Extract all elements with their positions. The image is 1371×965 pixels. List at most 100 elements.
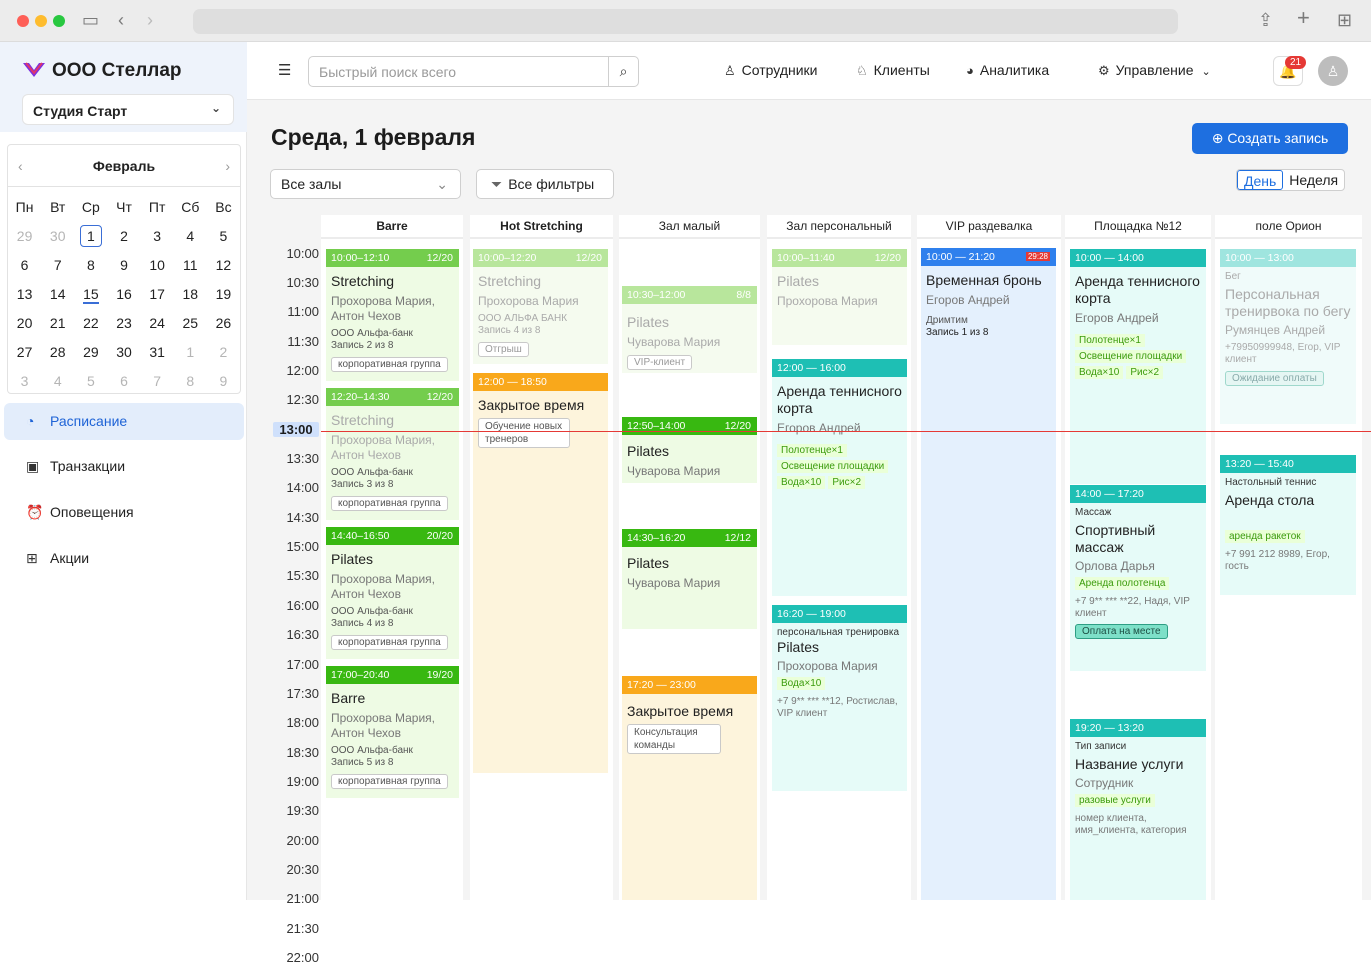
calendar-day-marked[interactable]: 15 — [74, 280, 107, 309]
nav-employees[interactable]: ♙ Сотрудники — [724, 62, 818, 79]
calendar-day[interactable]: 6 — [8, 251, 41, 280]
view-day-tab[interactable]: День — [1237, 170, 1284, 190]
avatar[interactable]: ♙ — [1318, 56, 1348, 86]
sidebar-item-schedule[interactable]: ◔ Расписание — [4, 403, 244, 440]
calendar-day[interactable]: 21 — [41, 309, 74, 338]
prev-month-icon[interactable]: ‹ — [18, 145, 23, 187]
nav-clients[interactable]: ♘ Клиенты — [856, 62, 930, 79]
calendar-day[interactable]: 8 — [174, 367, 207, 396]
halls-select[interactable]: Все залы ⌄ — [270, 169, 461, 199]
calendar-day[interactable]: 30 — [107, 338, 140, 367]
calendar-day[interactable]: 23 — [107, 309, 140, 338]
event-client: +7 9** *** **22, Надя, VIP клиент — [1075, 596, 1190, 619]
event-type: Настольный теннис — [1225, 477, 1317, 488]
back-icon[interactable]: ‹ — [118, 10, 124, 30]
forward-icon[interactable]: › — [147, 10, 153, 30]
event-card[interactable]: 10:00–12:20 12/20 Stretching Прохорова Мар… — [473, 249, 608, 364]
calendar-day[interactable]: 9 — [107, 251, 140, 280]
close-window-button[interactable] — [17, 15, 29, 27]
event-extras: Полотенце×1 Освещение площадки Вода×10 Рис×… — [777, 441, 902, 489]
event-card[interactable]: 12:20–14:30 12/20 Stretching Прохорова Мар… — [326, 388, 459, 520]
event-card[interactable]: 19:20 — 13:20 Тип записи Название услуги С… — [1070, 719, 1206, 900]
calendar-day-selected[interactable]: 1 — [74, 222, 107, 251]
filters-button[interactable]: ⏷ Все фильтры — [476, 169, 614, 199]
calendar-day[interactable]: 2 — [107, 222, 140, 251]
calendar-day[interactable]: 9 — [207, 367, 240, 396]
tabs-overview-icon[interactable]: ⊞ — [1337, 10, 1352, 30]
event-header: 19:20 — 13:20 — [1070, 719, 1206, 737]
calendar-day[interactable]: 27 — [8, 338, 41, 367]
minimize-window-button[interactable] — [35, 15, 47, 27]
search-icon[interactable]: ⌕ — [608, 57, 638, 86]
calendar-day[interactable]: 1 — [174, 338, 207, 367]
calendar-day[interactable]: 10 — [141, 251, 174, 280]
calendar-day[interactable]: 28 — [41, 338, 74, 367]
calendar-day[interactable]: 30 — [41, 222, 74, 251]
sidebar-item-promotions[interactable]: ⊞ Акции — [4, 540, 244, 577]
next-month-icon[interactable]: › — [225, 145, 230, 187]
create-booking-button[interactable]: ⊕ Создать запись — [1192, 123, 1348, 154]
new-tab-icon[interactable]: + — [1297, 7, 1310, 29]
event-card[interactable]: 10:00–11:40 12/20 Pilates Прохорова Мария — [772, 249, 907, 345]
nav-management[interactable]: ⚙ Управление ⌄ — [1098, 62, 1211, 79]
calendar-week: 20 21 22 23 24 25 26 — [8, 309, 240, 338]
sidebar-item-transactions[interactable]: ▣ Транзакции — [4, 448, 244, 485]
event-card[interactable]: 10:00 — 13:00 Бег Персональная тренирвока… — [1220, 249, 1356, 424]
event-card[interactable]: 14:30–16:20 12/12 Pilates Чуварова Мария — [622, 529, 757, 629]
nav-analytics[interactable]: ◕ Аналитика — [966, 62, 1049, 78]
calendar-day[interactable]: 26 — [207, 309, 240, 338]
menu-toggle-icon[interactable]: ☰ — [278, 61, 291, 79]
event-card[interactable]: 12:00 — 16:00 Аренда теннисного корта Его… — [772, 359, 907, 596]
calendar-day[interactable]: 5 — [207, 222, 240, 251]
calendar-day[interactable]: 7 — [41, 251, 74, 280]
event-company: ООО Альфа-банк — [331, 745, 413, 756]
search-input[interactable]: Быстрый поиск всего ⌕ — [308, 56, 639, 87]
address-bar[interactable] — [193, 9, 1178, 34]
event-card[interactable]: 17:20 — 23:00 Закрытое время Консультация… — [622, 676, 757, 900]
browser-toolbar: ▭ ‹ › ⇪ + ⊞ — [0, 0, 1371, 42]
event-card[interactable]: 12:00 — 18:50 Закрытое время Обучение нов… — [473, 373, 608, 773]
calendar-day[interactable]: 22 — [74, 309, 107, 338]
share-icon[interactable]: ⇪ — [1258, 10, 1273, 30]
calendar-day[interactable]: 18 — [174, 280, 207, 309]
calendar-day[interactable]: 20 — [8, 309, 41, 338]
event-title: Название услуги — [1075, 756, 1184, 772]
event-card[interactable]: 10:30–12:00 8/8 Pilates Чуварова Мария VIP-… — [622, 286, 757, 373]
calendar-day[interactable]: 19 — [207, 280, 240, 309]
sidebar-item-notifications[interactable]: ⏰ Оповещения — [4, 494, 244, 531]
maximize-window-button[interactable] — [53, 15, 65, 27]
event-card[interactable]: 17:00–20:40 19/20 Barre Прохорова Мария, А… — [326, 666, 459, 798]
sidebar-toggle-icon[interactable]: ▭ — [82, 10, 99, 30]
calendar-day[interactable]: 29 — [8, 222, 41, 251]
calendar-day[interactable]: 24 — [141, 309, 174, 338]
event-card[interactable]: 14:40–16:50 20/20 Pilates Прохорова Мария,… — [326, 527, 459, 659]
calendar-day[interactable]: 4 — [41, 367, 74, 396]
calendar-day[interactable]: 13 — [8, 280, 41, 309]
calendar-day[interactable]: 12 — [207, 251, 240, 280]
calendar-day[interactable]: 14 — [41, 280, 74, 309]
event-card[interactable]: 13:20 — 15:40 Настольный теннис Аренда ст… — [1220, 455, 1356, 595]
calendar-day[interactable]: 17 — [141, 280, 174, 309]
event-card[interactable]: 10:00 — 21:20 29:28 Временная бронь Егоров… — [921, 248, 1056, 900]
calendar-day[interactable]: 5 — [74, 367, 107, 396]
calendar-day[interactable]: 7 — [141, 367, 174, 396]
calendar-day[interactable]: 3 — [141, 222, 174, 251]
event-card[interactable]: 16:20 — 19:00 персональная тренировка Pil… — [772, 605, 907, 791]
calendar-day[interactable]: 2 — [207, 338, 240, 367]
calendar-day[interactable]: 11 — [174, 251, 207, 280]
calendar-day[interactable]: 16 — [107, 280, 140, 309]
calendar-day[interactable]: 3 — [8, 367, 41, 396]
calendar-day[interactable]: 6 — [107, 367, 140, 396]
event-card[interactable]: 10:00–12:10 12/20 Stretching Прохорова Мар… — [326, 249, 459, 381]
weekday-label: Вт — [50, 199, 66, 215]
event-card[interactable]: 12:50–14:00 12/20 Pilates Чуварова Мария — [622, 417, 757, 483]
view-week-tab[interactable]: Неделя — [1283, 170, 1344, 190]
event-card[interactable]: 14:00 — 17:20 Массаж Спортивный массаж Орл… — [1070, 485, 1206, 671]
event-card[interactable]: 10:00 — 14:00 Аренда теннисного корта Его… — [1070, 249, 1206, 484]
calendar-day[interactable]: 25 — [174, 309, 207, 338]
studio-select[interactable]: Студия Старт ⌄ — [22, 94, 234, 125]
calendar-day[interactable]: 4 — [174, 222, 207, 251]
calendar-day[interactable]: 29 — [74, 338, 107, 367]
calendar-day[interactable]: 31 — [141, 338, 174, 367]
calendar-day[interactable]: 8 — [74, 251, 107, 280]
